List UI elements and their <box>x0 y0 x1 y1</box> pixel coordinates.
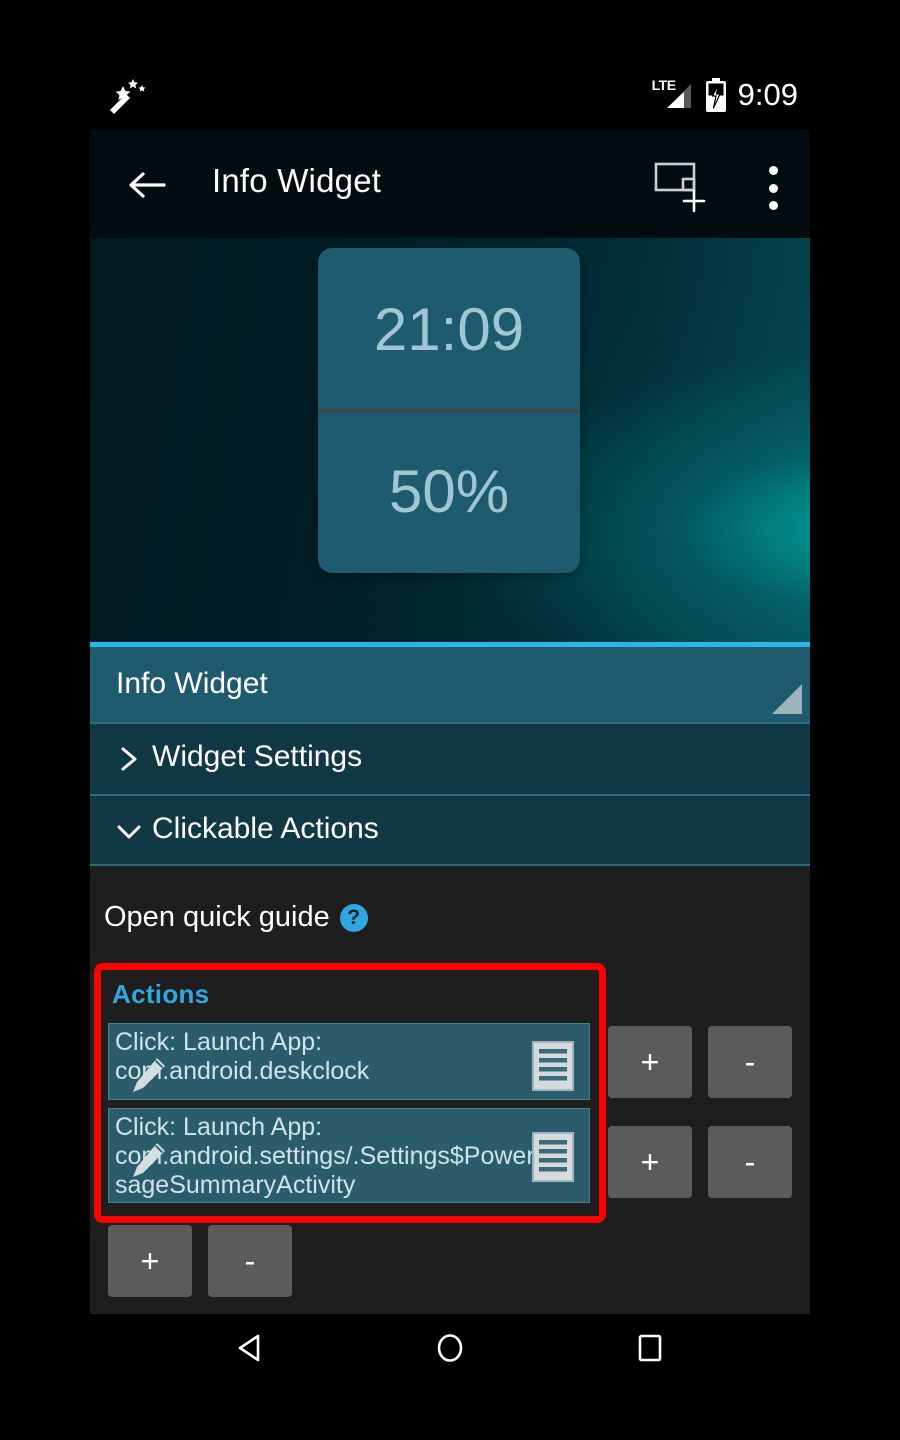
widget-preview-card[interactable]: 21:09 50% <box>318 248 580 573</box>
battery-charging-icon <box>704 78 728 112</box>
status-bar-clock: 9:09 <box>737 77 798 112</box>
back-arrow-icon[interactable] <box>126 164 168 206</box>
action-text: Click: Launch App: com.android.settings/… <box>115 1113 553 1199</box>
document-list-icon[interactable] <box>531 1040 575 1092</box>
overflow-dot <box>768 166 778 175</box>
sidebar-item-widget-settings[interactable]: Widget Settings <box>90 722 810 794</box>
clickable-actions-panel: Open quick guide ? Actions Click: Launch… <box>90 866 810 1314</box>
app-bar: Info Widget <box>90 130 810 238</box>
nav-recents-square-icon[interactable] <box>630 1328 670 1368</box>
overflow-dot <box>768 201 778 210</box>
remove-action-button[interactable]: - <box>708 1126 792 1198</box>
chevron-down-icon <box>114 816 144 846</box>
widget-battery-half: 50% <box>318 411 580 574</box>
lte-signal-icon: LTE <box>652 76 694 114</box>
android-navigation-bar <box>90 1314 810 1380</box>
document-list-icon[interactable] <box>531 1131 575 1183</box>
nav-back-triangle-icon[interactable] <box>231 1328 271 1368</box>
widget-name-bar[interactable]: Info Widget <box>90 647 810 722</box>
status-bar: LTE 9:09 <box>90 60 810 130</box>
add-action-button[interactable]: + <box>608 1126 692 1198</box>
device-screen: LTE 9:09 Info Widget 21:09 50% Info Widg… <box>0 0 900 1440</box>
clickable-actions-label: Clickable Actions <box>152 812 379 845</box>
widget-battery-value: 50% <box>388 458 510 526</box>
sidebar-item-clickable-actions[interactable]: Clickable Actions <box>90 794 810 866</box>
actions-heading: Actions <box>112 979 210 1009</box>
page-title: Info Widget <box>212 162 382 199</box>
add-action-button[interactable]: + <box>608 1026 692 1098</box>
widget-settings-label: Widget Settings <box>152 740 363 773</box>
widget-clock-half: 21:09 <box>318 248 580 411</box>
chevron-right-icon <box>114 744 144 774</box>
quick-guide-label: Open quick guide <box>104 901 330 933</box>
widget-preview-area[interactable]: 21:09 50% <box>90 238 810 642</box>
phone-viewport: LTE 9:09 Info Widget 21:09 50% Info Widg… <box>90 60 810 1380</box>
overflow-dot <box>768 183 778 193</box>
nav-home-circle-icon[interactable] <box>430 1328 470 1368</box>
remove-action-button[interactable]: - <box>708 1026 792 1098</box>
widget-name-label: Info Widget <box>116 667 268 700</box>
help-icon[interactable]: ? <box>339 903 368 932</box>
open-quick-guide-link[interactable]: Open quick guide ? <box>104 901 368 934</box>
overflow-menu-icon[interactable] <box>768 166 778 210</box>
remove-action-button[interactable]: - <box>208 1225 292 1297</box>
action-row[interactable]: Click: Launch App: com.android.settings/… <box>108 1108 590 1203</box>
add-action-button[interactable]: + <box>108 1225 192 1297</box>
action-text: Click: Launch App: com.android.deskclock <box>115 1028 370 1085</box>
action-row[interactable]: Click: Launch App: com.android.deskclock <box>108 1023 590 1100</box>
status-bar-right-cluster: LTE 9:09 <box>652 72 798 118</box>
add-widget-icon[interactable] <box>654 162 710 214</box>
resize-handle-icon[interactable] <box>772 684 802 714</box>
magic-wand-icon <box>104 76 148 116</box>
widget-time-value: 21:09 <box>373 295 525 363</box>
